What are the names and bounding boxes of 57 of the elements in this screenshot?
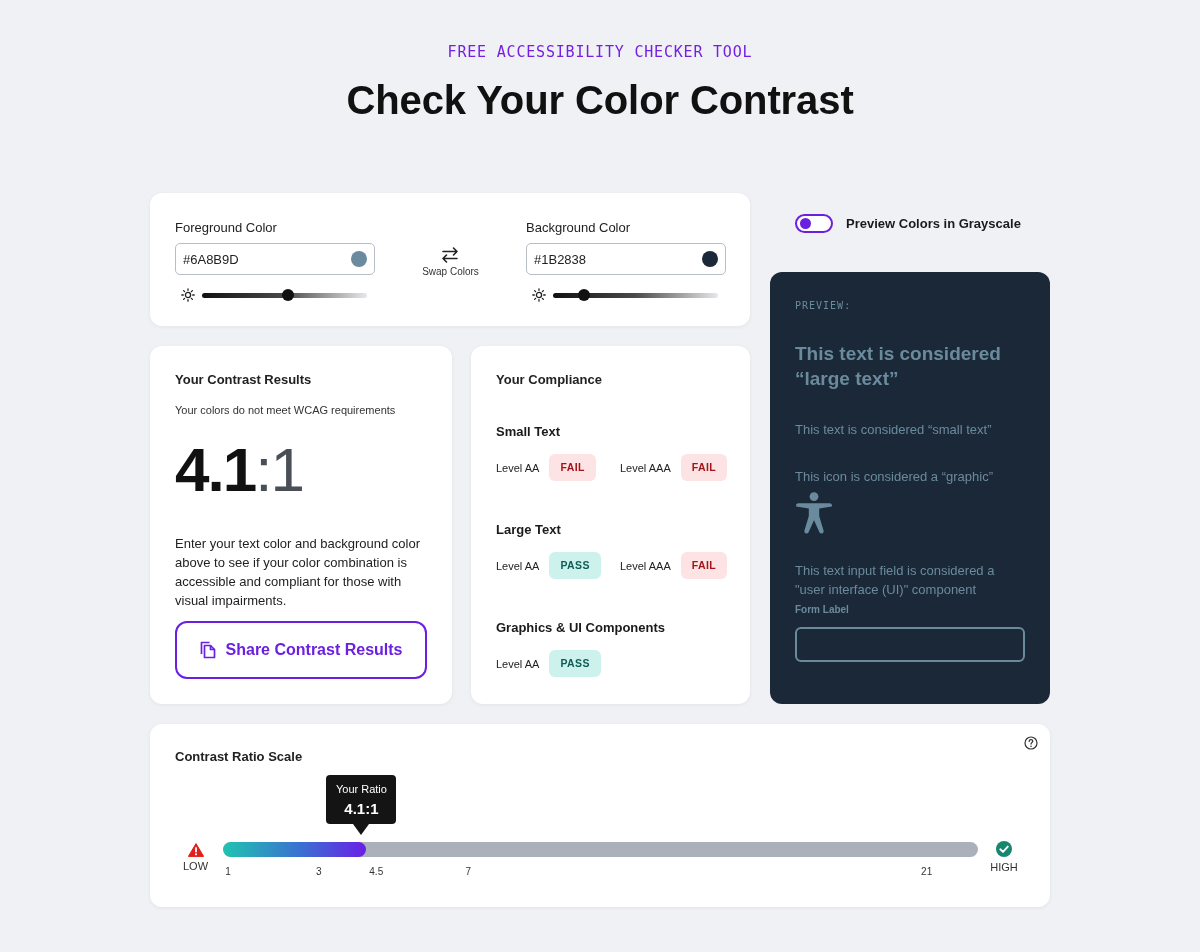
tick-label: 4.5 (369, 865, 384, 879)
slider-thumb[interactable] (281, 289, 294, 301)
color-label: Foreground Color (175, 219, 277, 237)
group-heading: Large Text (496, 522, 562, 538)
copy-icon (199, 641, 216, 659)
preview-heading: PREVIEW: (795, 299, 852, 313)
brightness-slider[interactable] (202, 292, 367, 298)
graphic-preview-text: This icon is considered a “graphic” (795, 468, 993, 486)
level-label: Level AAA (620, 461, 671, 474)
slider-thumb[interactable] (578, 289, 591, 301)
hex-input-field[interactable]: #6A8B9D (175, 243, 375, 275)
level-label: Level AA (496, 461, 540, 474)
tick-label: 1 (225, 865, 231, 879)
level-label: Level AA (496, 657, 540, 670)
brightness-slider[interactable] (553, 292, 718, 298)
result-badge: FAIL (680, 454, 728, 481)
form-label: Form Label (795, 604, 849, 616)
tooltip-label: Your Ratio (335, 782, 387, 796)
help-icon[interactable] (1024, 736, 1038, 750)
tick-label: 3 (316, 865, 322, 879)
result-badge: FAIL (680, 552, 728, 579)
low-label: LOW (182, 860, 209, 873)
warning-icon (187, 843, 204, 857)
description-text: Enter your text color and background color above to see if your color combination is accessible and compliant for those with visual impairments. (175, 535, 421, 610)
level-label: Level AAA (620, 559, 671, 572)
level-label: Level AA (496, 559, 540, 572)
tooltip-value: 4.1:1 (344, 799, 379, 817)
tick-label: 21 (921, 865, 933, 879)
grayscale-toggle[interactable] (795, 214, 833, 233)
small-preview-text: This text is considered “small text” (795, 421, 992, 439)
card-title: Your Compliance (496, 372, 603, 388)
result-badge: PASS (549, 552, 601, 579)
group-heading: Small Text (496, 424, 562, 440)
swap-icon (440, 247, 461, 263)
person-icon (795, 492, 833, 534)
status-message: Your colors do not meet WCAG requirements (175, 403, 396, 417)
ui-preview-text: This text input field is considered a "user interface (UI)" component (795, 562, 996, 599)
sun-icon (181, 288, 195, 302)
tick-label: 7 (465, 865, 472, 879)
share-button[interactable]: Share Contrast Results (175, 621, 427, 679)
result-badge: PASS (549, 650, 601, 677)
check-circle-icon (996, 841, 1012, 857)
card-title: Contrast Ratio Scale (175, 749, 303, 765)
group-heading: Graphics & UI Components (496, 620, 667, 636)
high-label: HIGH (990, 861, 1018, 874)
swap-button[interactable]: Swap Colors (422, 247, 479, 278)
contrast-ratio: 4.1:1 (175, 435, 303, 505)
sun-icon (532, 288, 546, 302)
color-label: Background Color (526, 219, 631, 237)
large-preview-text: This text is considered “large text” (795, 342, 1002, 391)
eyebrow-text: FREE ACCESSIBILITY CHECKER TOOL (446, 42, 754, 62)
text-input-field[interactable] (795, 627, 1025, 662)
result-badge: FAIL (549, 454, 596, 481)
page-title: Check Your Color Contrast (345, 78, 855, 122)
hex-input-field[interactable]: #1B2838 (526, 243, 726, 275)
card-title: Your Contrast Results (175, 372, 312, 388)
toggle-label: Preview Colors in Grayscale (846, 216, 1021, 231)
